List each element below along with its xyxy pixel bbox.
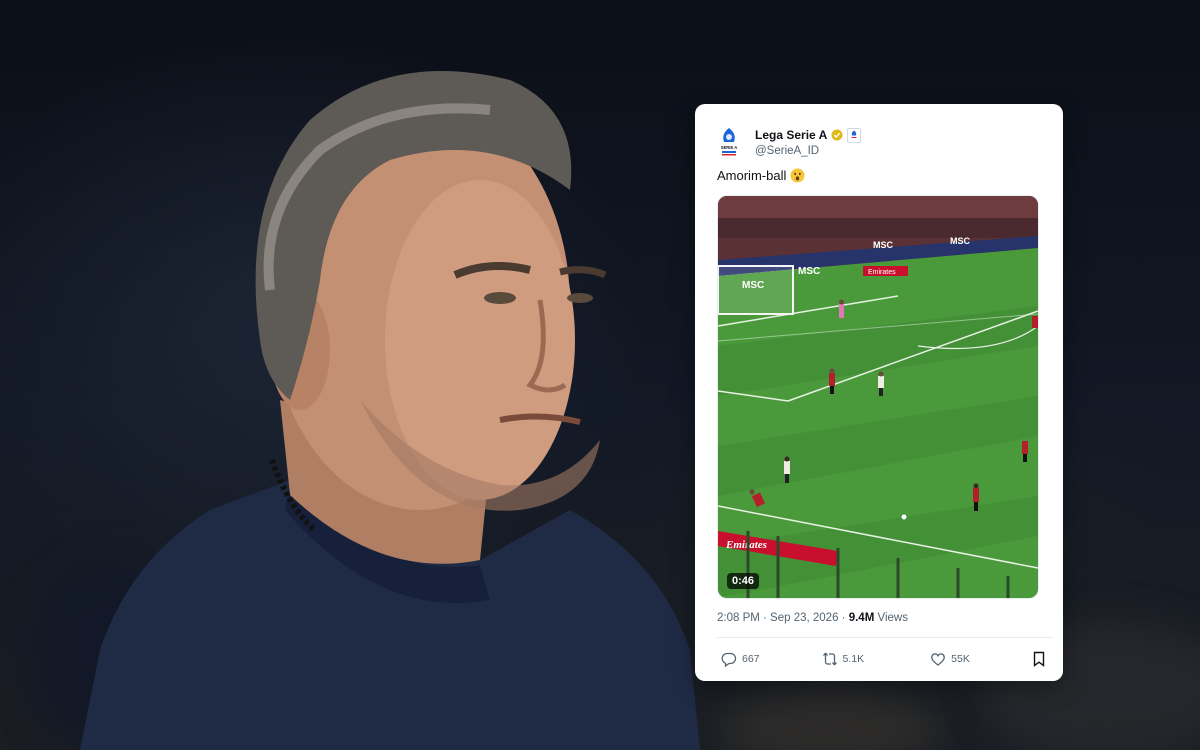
divider (717, 637, 1053, 638)
verified-badge-icon (831, 129, 843, 141)
serie-a-logo-icon[interactable]: SERIE A (717, 126, 741, 158)
ad-board: MSC (873, 240, 894, 250)
timestamp[interactable]: 2:08 PM · Sep 23, 2026 · (717, 612, 849, 624)
astonished-face-icon (790, 168, 805, 183)
tweet-header: SERIE A Lega Serie A @SerieA_ID (717, 124, 862, 160)
bokeh-light (720, 690, 940, 750)
reply-count: 667 (742, 653, 760, 665)
ad-board: Emirates (725, 539, 767, 551)
reply-button[interactable]: 667 (721, 651, 760, 667)
video-player[interactable]: MSC MSC MSC MSC Emirates Emirates 0:46 (717, 195, 1039, 599)
ad-board: MSC (950, 236, 971, 246)
like-button[interactable]: 55K (930, 651, 970, 667)
repost-icon (822, 652, 837, 666)
logo-wordmark: SERIE A (721, 145, 738, 150)
ad-board: MSC (798, 266, 820, 277)
bookmark-icon (1033, 651, 1045, 667)
ad-board: MSC (742, 280, 764, 291)
repost-button[interactable]: 5.1K (822, 651, 865, 667)
heart-icon (931, 653, 946, 666)
affiliate-logo-icon (847, 127, 862, 143)
tweet-card[interactable]: SERIE A Lega Serie A @SerieA_ID Amorim-b… (695, 104, 1063, 681)
reply-icon (721, 652, 737, 667)
tweet-body: Amorim-ball (717, 168, 787, 183)
video-frame: MSC MSC MSC MSC Emirates Emirates (718, 196, 1038, 598)
video-duration: 0:46 (727, 573, 760, 589)
action-bar: 667 5.1K 55K (717, 647, 1047, 671)
like-count: 55K (951, 653, 970, 665)
views-label: Views (874, 612, 908, 624)
ad-board: Emirates (868, 269, 896, 276)
author-info[interactable]: Lega Serie A @SerieA_ID (755, 127, 862, 157)
views-count: 9.4M (848, 612, 875, 624)
display-name[interactable]: Lega Serie A (755, 128, 827, 142)
bookmark-button[interactable] (1031, 651, 1047, 667)
tweet-text: Amorim-ball (717, 168, 805, 183)
user-handle[interactable]: @SerieA_ID (755, 145, 861, 157)
tweet-meta: 2:08 PM · Sep 23, 2026 · 9.4M Views (717, 612, 908, 624)
repost-count: 5.1K (842, 653, 865, 665)
coach-portrait (80, 71, 700, 750)
